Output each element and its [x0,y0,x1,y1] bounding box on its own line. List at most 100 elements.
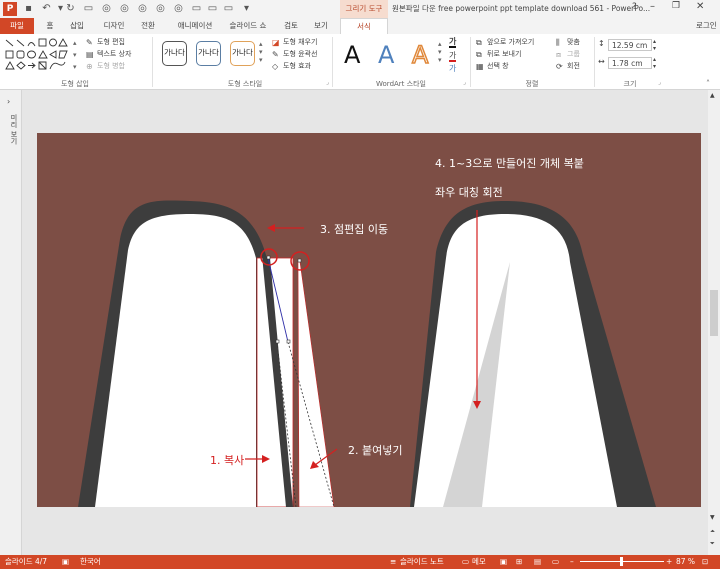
thumbnails-label[interactable]: 미리 보기 [4,114,18,144]
shape-style-sample-3[interactable]: 가나다 [230,41,255,66]
shape-width-field[interactable]: 1.78 cm [608,57,652,69]
start-slideshow-icon[interactable]: ▭ [82,2,95,15]
merge-shapes-button[interactable]: 도형 병합 [97,61,125,72]
zoom-in-icon[interactable]: + [666,555,672,569]
text-effects-icon[interactable]: 가 [449,64,456,73]
annotation-step1[interactable]: 1. 복사 [210,452,244,468]
normal-view-icon[interactable]: ▣ [500,555,507,569]
width-icon: ↔ [598,57,605,66]
status-bar [0,555,720,569]
dialog-launcher-icon[interactable]: ⌟ [326,79,329,86]
svg-text:▾: ▾ [73,51,77,59]
text-fill-icon[interactable]: 가 [449,37,457,48]
wordart-style-1[interactable]: A [344,42,360,68]
tab-review[interactable]: 검토 [280,18,302,34]
width-spinner-icon[interactable]: ▴ ▾ [653,56,656,70]
document-title: 원본파일 다운 free powerpoint ppt template dow… [392,4,651,13]
tab-file[interactable]: 파일 [0,18,34,34]
rotate-button[interactable]: 회전 [567,61,580,72]
quick-access-icon-5[interactable]: ◎ [172,2,185,15]
tab-insert[interactable]: 삽입 [64,18,90,34]
save-icon[interactable]: ▪ [22,2,35,15]
notes-icon: ≡ [390,557,397,566]
group-label-size: 크기 [623,80,637,88]
annotation-step4-line1[interactable]: 4. 1~3으로 만들어진 개체 복붙 [435,155,584,171]
annotation-step2[interactable]: 2. 붙여넣기 [348,442,402,458]
tab-slideshow[interactable]: 슬라이드 쇼 [224,18,272,34]
height-spinner-icon[interactable]: ▴ ▾ [653,38,656,52]
quick-access-icon-4[interactable]: ◎ [154,2,167,15]
text-box-button[interactable]: 텍스트 상자 [97,49,131,60]
customize-quick-access-icon[interactable]: ▾ [240,2,253,15]
shape-style-sample-1[interactable]: 가나다 [162,41,187,66]
quick-access-icon-6[interactable]: ▭ [190,2,203,15]
zoom-slider-thumb[interactable] [620,557,623,566]
group-button[interactable]: 그룹 [567,49,580,60]
zoom-out-icon[interactable]: – [570,555,574,569]
redo-icon[interactable]: ↻ [64,2,77,15]
wordart-style-3[interactable]: A [411,41,429,69]
notes-button[interactable]: 슬라이드 노트 [400,555,444,569]
shape-fill-icon: ◪ [272,38,280,47]
previous-slide-icon[interactable]: ⏶ [710,528,715,536]
shape-style-sample-2[interactable]: 가나다 [196,41,221,66]
send-backward-button[interactable]: 뒤로 보내기 [487,49,521,60]
quick-access-icon-8[interactable]: ▭ [222,2,235,15]
powerpoint-logo-icon: P [3,2,17,16]
restore-icon[interactable]: ❐ [672,1,680,11]
zoom-level[interactable]: 87 % [676,555,695,569]
tab-view[interactable]: 보기 [310,18,332,34]
style-gallery-scroll-icon[interactable]: ▴ ▾ ▾ [259,40,263,64]
next-slide-icon[interactable]: ⏷ [710,540,715,548]
shape-effects-icon: ◇ [272,62,279,71]
comments-button[interactable]: 메모 [472,555,486,569]
edit-point-handle [286,339,291,344]
shape-outline-button[interactable]: 도형 윤곽선 [283,49,317,60]
sign-in-link[interactable]: 로그인 [696,18,717,34]
edit-shape-button[interactable]: 도형 편집 [97,37,125,48]
comments-icon: ▭ [462,557,470,566]
shapes-gallery[interactable]: ▴ ▾ ▾ [3,37,83,73]
selection-pane-button[interactable]: 선택 창 [487,61,509,72]
tab-format[interactable]: 서식 [340,18,388,34]
help-icon[interactable]: ? [632,2,637,12]
spellcheck-icon[interactable]: ▣ [62,555,69,569]
slideshow-view-icon[interactable]: ▭ [552,555,559,569]
wordart-style-2[interactable]: A [378,42,394,68]
tab-transitions[interactable]: 전환 [136,18,160,34]
undo-icon[interactable]: ↶ [40,2,53,15]
close-icon[interactable]: ✕ [696,1,704,12]
wordart-gallery-scroll-icon[interactable]: ▴ ▾ ▾ [438,40,442,64]
scrollbar-thumb[interactable] [710,290,718,336]
shape-height-field[interactable]: 12.59 cm [608,39,652,51]
fit-to-window-icon[interactable]: ⊡ [702,555,708,569]
align-button[interactable]: 맞춤 [567,37,580,48]
tab-animations[interactable]: 애니메이션 [170,18,220,34]
quick-access-icon-3[interactable]: ◎ [136,2,149,15]
quick-access-icon-1[interactable]: ◎ [100,2,113,15]
tab-design[interactable]: 디자인 [98,18,130,34]
reading-view-icon[interactable]: ▤ [534,555,541,569]
expand-thumbnails-icon[interactable]: › [7,97,10,106]
tab-home[interactable]: 홈 [40,18,60,34]
scroll-up-icon[interactable]: ▲ [710,92,715,99]
bring-forward-button[interactable]: 앞으로 가져오기 [487,37,534,48]
dialog-launcher-icon[interactable]: ⌟ [463,79,466,86]
dialog-launcher-icon[interactable]: ⌟ [658,79,661,86]
text-outline-icon[interactable]: 가 [449,51,457,62]
language-indicator[interactable]: 한국어 [80,555,101,569]
scroll-down-icon[interactable]: ▼ [710,514,715,521]
shape-effects-button[interactable]: 도형 효과 [283,61,311,72]
shape-fill-button[interactable]: 도형 채우기 [283,37,317,48]
quick-access-icon-7[interactable]: ▭ [206,2,219,15]
collapse-ribbon-icon[interactable]: ˄ [706,79,710,88]
slide-sorter-icon[interactable]: ⊞ [516,555,522,569]
selection-pane-icon: ▦ [476,62,484,71]
svg-text:▾: ▾ [73,63,77,71]
annotation-step3[interactable]: 3. 점편집 이동 [320,221,388,237]
edit-point-handle [297,258,302,263]
quick-access-icon-2[interactable]: ◎ [118,2,131,15]
annotation-step4-line2[interactable]: 좌우 대칭 회전 [435,184,503,200]
minimize-icon[interactable]: – [650,1,655,12]
thumbnail-pane [0,90,22,555]
